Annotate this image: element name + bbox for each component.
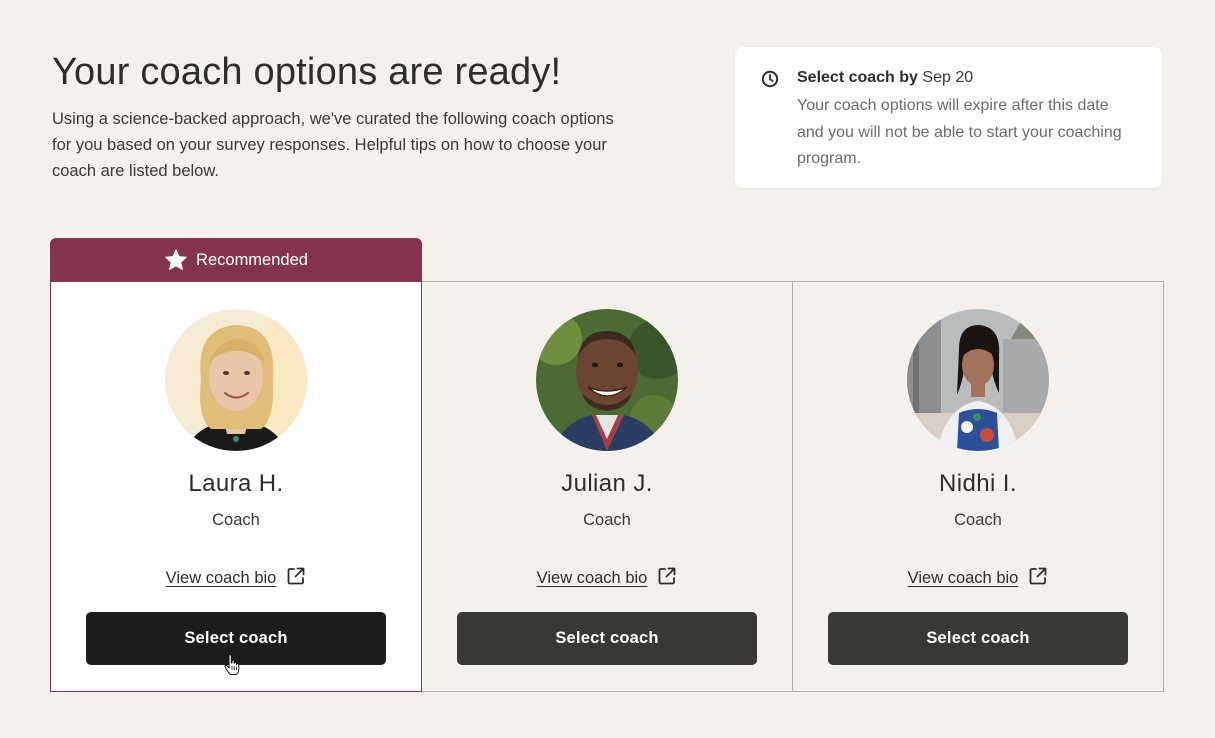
expiry-notice-card: Select coach by Sep 20 Your coach option… [735,47,1162,188]
external-link-icon [658,567,676,584]
coach-selection-page: Your coach options are ready! Using a sc… [0,0,1215,738]
coach-name: Laura H. [188,470,284,497]
coach-role: Coach [583,511,631,529]
view-coach-bio-link[interactable]: View coach bio [51,567,421,588]
select-coach-button[interactable]: Select coach [828,612,1128,665]
bio-link-label: View coach bio [536,569,648,587]
coach-card-nidhi: Nidhi I. Coach View coach bio Select coa… [792,281,1164,692]
coach-card-julian: Julian J. Coach View coach bio Select co… [421,281,793,692]
expiry-date: Sep 20 [922,69,974,86]
avatar [907,309,1049,451]
expiry-title: Select coach by Sep 20 [797,67,1138,89]
hand-cursor-icon [224,654,240,675]
coach-cards: Laura H. Coach View coach bio Select coa… [50,281,1165,692]
bio-link-label: View coach bio [907,569,1019,587]
expiry-title-label: Select coach by [797,69,918,86]
select-coach-button[interactable]: Select coach [457,612,757,665]
coach-name: Julian J. [561,470,653,497]
external-link-icon [287,567,305,584]
coach-role: Coach [212,511,260,529]
bio-link-label: View coach bio [165,569,277,587]
coach-name: Nidhi I. [939,470,1017,497]
view-coach-bio-link[interactable]: View coach bio [793,567,1163,588]
avatar [536,309,678,451]
page-description: Using a science-backed approach, we've c… [52,110,614,180]
avatar [165,309,307,451]
expiry-message: Your coach options will expire after thi… [797,97,1122,167]
external-link-icon [1029,567,1047,584]
clock-icon [761,70,779,88]
coach-card-laura: Laura H. Coach View coach bio Select coa… [50,281,422,692]
coach-role: Coach [954,511,1002,529]
recommended-badge: Recommended [50,238,422,282]
star-icon [165,249,187,270]
view-coach-bio-link[interactable]: View coach bio [422,567,792,588]
page-header: Your coach options are ready! Using a sc… [52,50,632,184]
page-title: Your coach options are ready! [52,51,562,93]
recommended-label: Recommended [196,250,308,269]
